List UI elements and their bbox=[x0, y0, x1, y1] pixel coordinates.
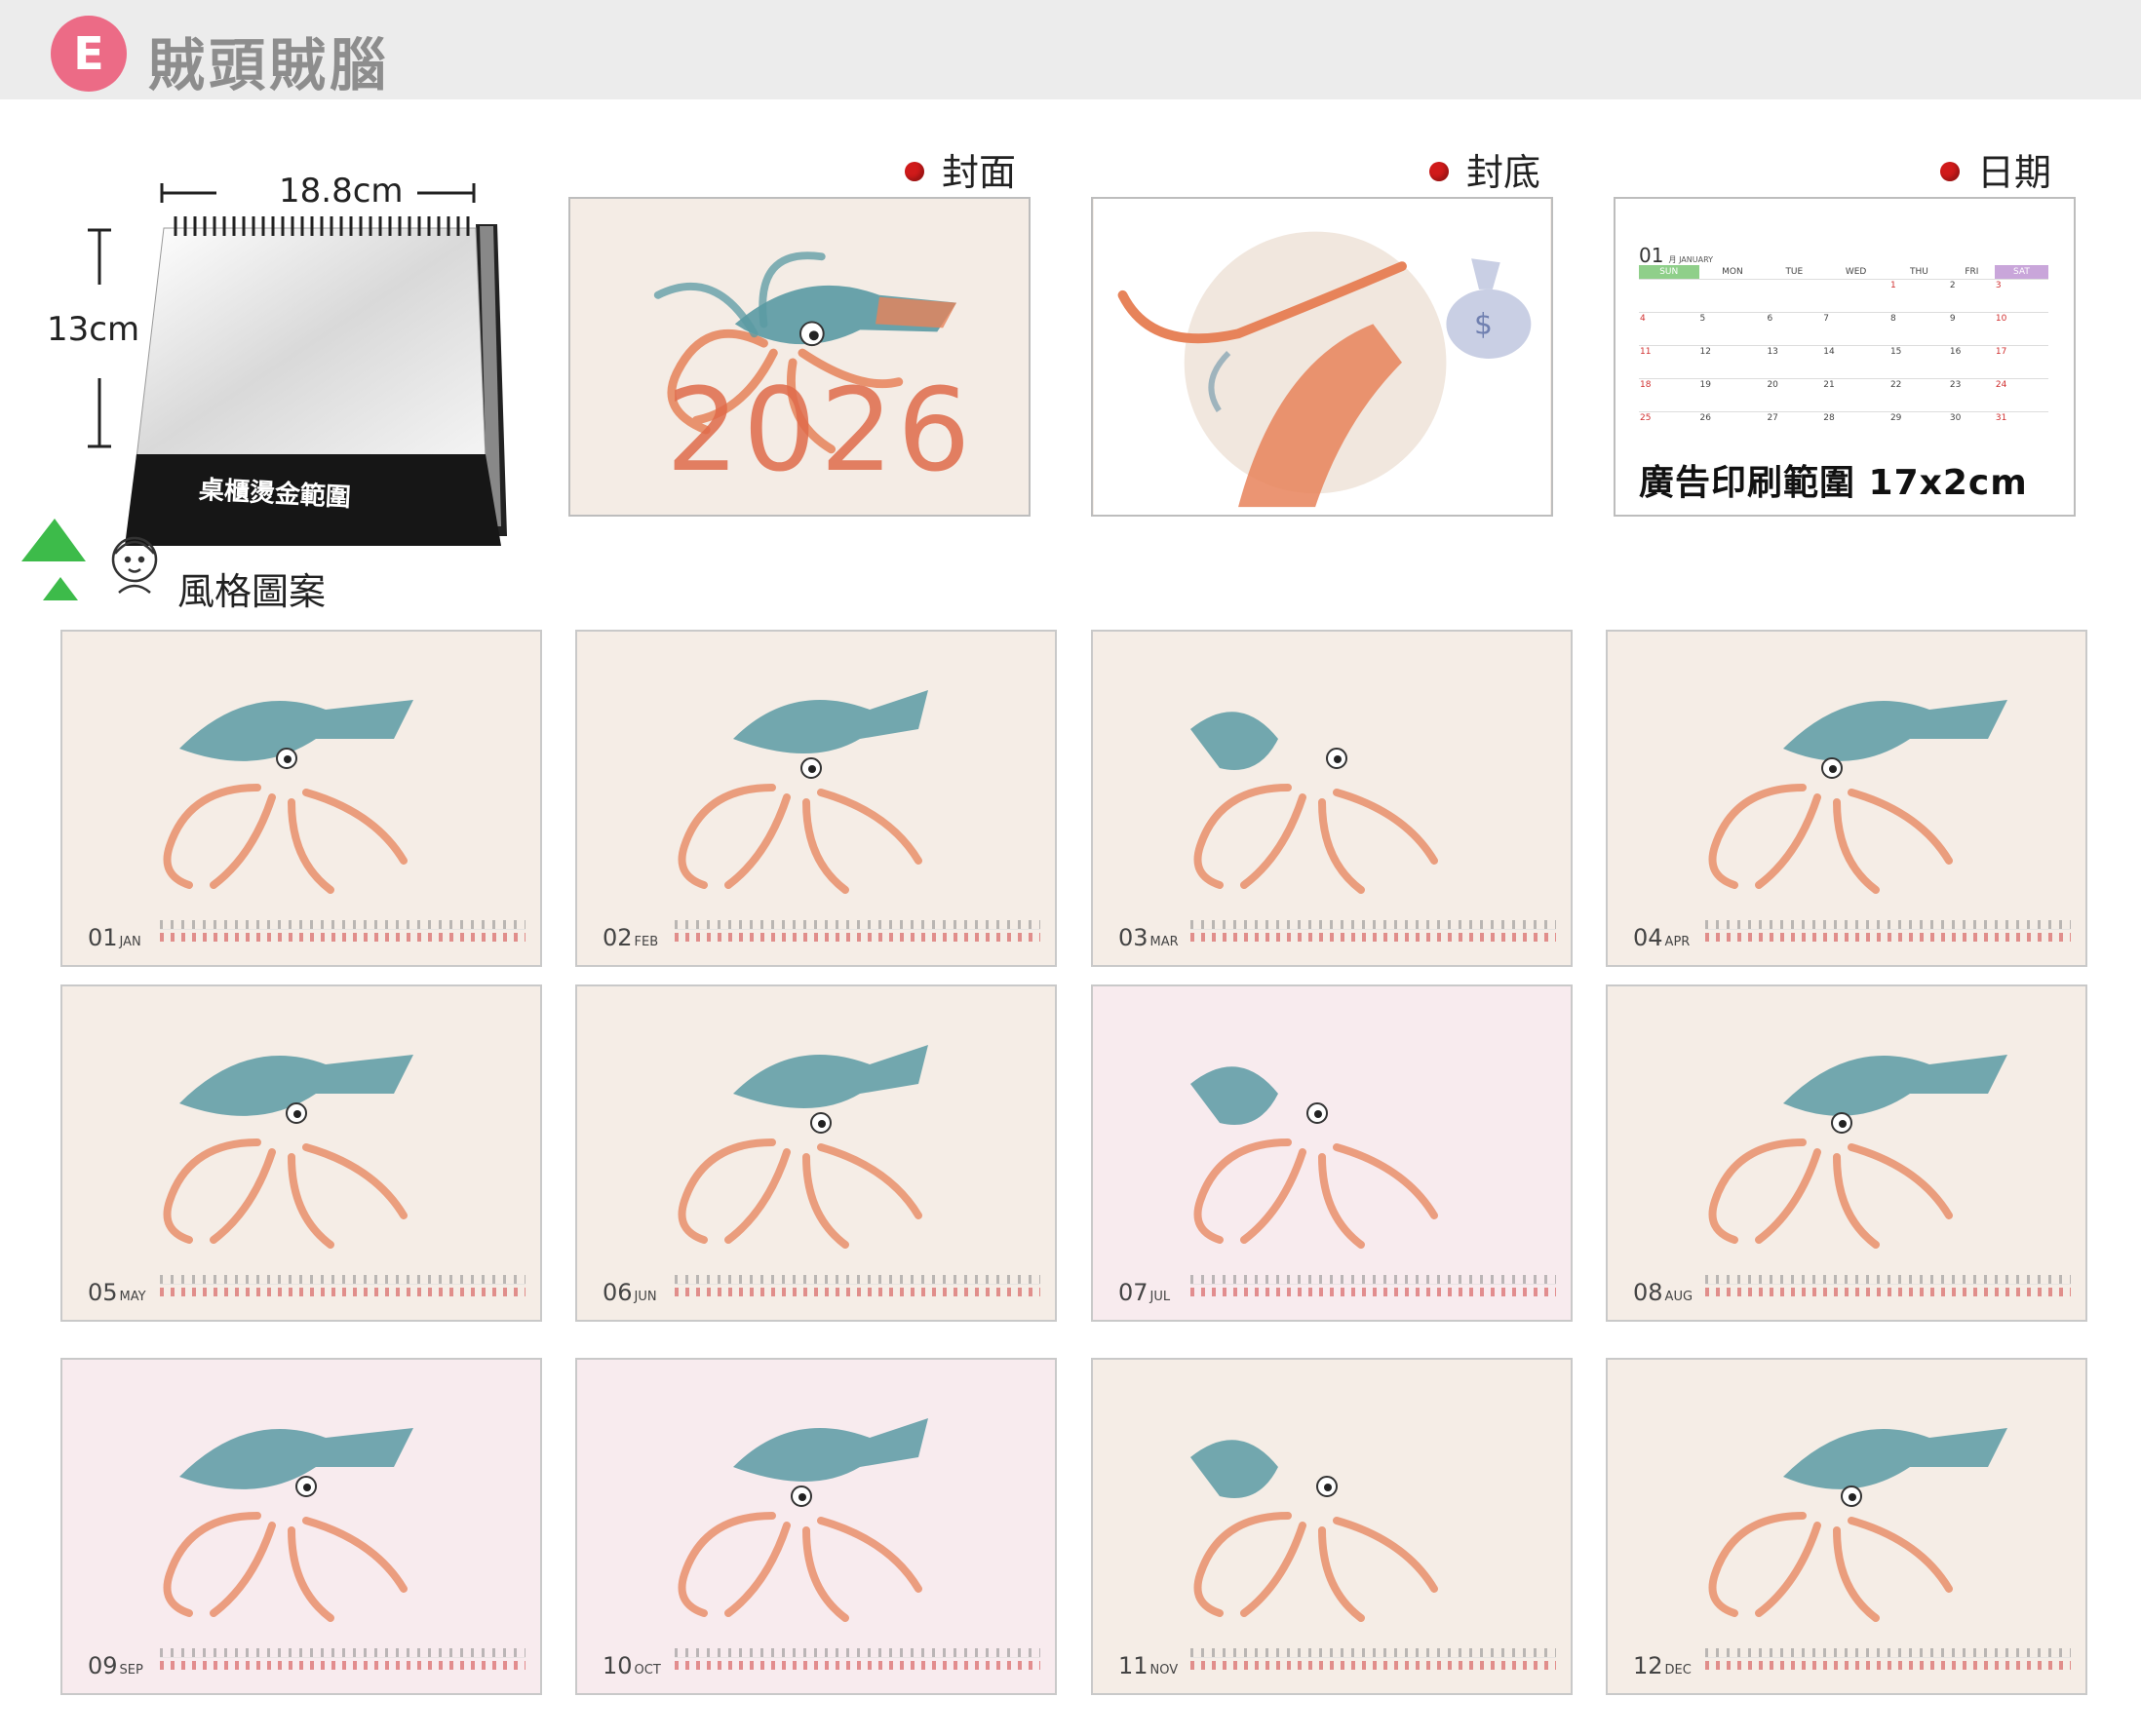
header-bar: E 賊頭賊腦 bbox=[0, 0, 2141, 99]
squid-illustration bbox=[678, 690, 928, 894]
week-row: 4 5 6 7 8 9 10 bbox=[1639, 312, 2048, 346]
month-label: 11 NOV bbox=[1118, 1652, 1179, 1679]
date-month-heading: 01 月 JANUARY bbox=[1639, 244, 1714, 267]
month-card: 03 MAR bbox=[1091, 630, 1573, 967]
mini-calendar-strip bbox=[1705, 1275, 2071, 1296]
svg-text:$: $ bbox=[1474, 306, 1493, 340]
month-label: 03 MAR bbox=[1118, 924, 1179, 951]
desk-calendar-diagram: 18.8cm 13cm 桌櫃燙金範圍 bbox=[39, 166, 546, 556]
mini-calendar-strip bbox=[1705, 1648, 2071, 1670]
mini-calendar-strip bbox=[675, 920, 1040, 942]
style-label: 風格圖案 bbox=[177, 570, 327, 613]
red-bullet-icon bbox=[905, 161, 924, 181]
week-row: 11 12 13 14 15 16 17 bbox=[1639, 345, 2048, 379]
green-triangle-icon bbox=[21, 519, 158, 600]
back-cover-heading: 封底 bbox=[1429, 142, 1540, 196]
month-label: 08 AUG bbox=[1633, 1279, 1693, 1306]
month-card: 06 JUN bbox=[575, 984, 1057, 1322]
squid-moneybag-illustration: $ bbox=[1093, 199, 1551, 515]
squid-illustration bbox=[1708, 700, 2007, 894]
month-label: 01 JAN bbox=[88, 924, 141, 951]
week-row: 18 19 20 21 22 23 24 bbox=[1639, 378, 2048, 412]
week-row: 1 2 3 bbox=[1639, 279, 2048, 313]
squid-illustration bbox=[1708, 1428, 2007, 1622]
back-cover-preview: $ bbox=[1091, 197, 1553, 517]
month-card: 11 NOV bbox=[1091, 1358, 1573, 1695]
mini-calendar-strip bbox=[160, 920, 526, 942]
month-card: 09 SEP bbox=[60, 1358, 542, 1695]
month-label: 04 APR bbox=[1633, 924, 1691, 951]
mini-calendar-strip bbox=[1705, 920, 2071, 942]
front-cover-heading: 封面 bbox=[905, 142, 1016, 196]
mini-calendar-strip bbox=[1190, 920, 1556, 942]
month-card: 07 JUL bbox=[1091, 984, 1573, 1322]
mini-calendar-strip bbox=[160, 1648, 526, 1670]
month-card: 02 FEB bbox=[575, 630, 1057, 967]
page-title: 賊頭賊腦 bbox=[148, 32, 391, 98]
series-badge: E bbox=[51, 16, 127, 92]
month-card: 12 DEC bbox=[1606, 1358, 2087, 1695]
month-label: 06 JUN bbox=[603, 1279, 657, 1306]
ad-print-area-label: 廣告印刷範圍 17x2cm bbox=[1639, 463, 2028, 503]
month-card: 10 OCT bbox=[575, 1358, 1057, 1695]
mini-calendar-strip bbox=[1190, 1275, 1556, 1296]
month-label: 05 MAY bbox=[88, 1279, 146, 1306]
week-row: 25 26 27 28 29 30 31 bbox=[1639, 411, 2048, 445]
month-card: 05 MAY bbox=[60, 984, 542, 1322]
month-card: 04 APR bbox=[1606, 630, 2087, 967]
squid-illustration bbox=[1190, 712, 1438, 894]
squid-illustration bbox=[1190, 1066, 1438, 1249]
width-dimension-label: 18.8cm bbox=[279, 172, 404, 211]
month-label: 02 FEB bbox=[603, 924, 659, 951]
date-heading: 日期 bbox=[1940, 142, 2051, 196]
red-bullet-icon bbox=[1429, 161, 1449, 181]
mini-calendar-strip bbox=[1190, 1648, 1556, 1670]
mini-calendar-strip bbox=[160, 1275, 526, 1296]
month-label: 07 JUL bbox=[1118, 1279, 1171, 1306]
squid-illustration bbox=[678, 1418, 928, 1622]
squid-illustration bbox=[678, 1045, 928, 1249]
front-cover-preview: 2026 bbox=[568, 197, 1031, 517]
squid-illustration bbox=[163, 700, 413, 894]
date-grid: SUN MON TUE WED THU FRI SAT 1 2 3 4 5 6 … bbox=[1639, 265, 2048, 445]
month-card: 01 JAN bbox=[60, 630, 542, 967]
month-label: 10 OCT bbox=[603, 1652, 661, 1679]
weekday-row: SUN MON TUE WED THU FRI SAT bbox=[1639, 265, 2048, 280]
date-page-preview: 01 月 JANUARY SUN MON TUE WED THU FRI SAT… bbox=[1614, 197, 2076, 517]
month-label: 12 DEC bbox=[1633, 1652, 1692, 1679]
height-dimension-label: 13cm bbox=[47, 310, 140, 349]
month-card: 08 AUG bbox=[1606, 984, 2087, 1322]
squid-illustration bbox=[163, 1428, 413, 1622]
month-label: 09 SEP bbox=[88, 1652, 143, 1679]
squid-illustration bbox=[1190, 1440, 1438, 1622]
cover-year-text: 2026 bbox=[666, 363, 975, 497]
squid-illustration bbox=[163, 1055, 413, 1249]
red-bullet-icon bbox=[1940, 161, 1960, 181]
mini-calendar-strip bbox=[675, 1275, 1040, 1296]
mini-calendar-strip bbox=[675, 1648, 1040, 1670]
girl-face-icon bbox=[111, 536, 158, 594]
squid-illustration bbox=[1708, 1055, 2007, 1249]
